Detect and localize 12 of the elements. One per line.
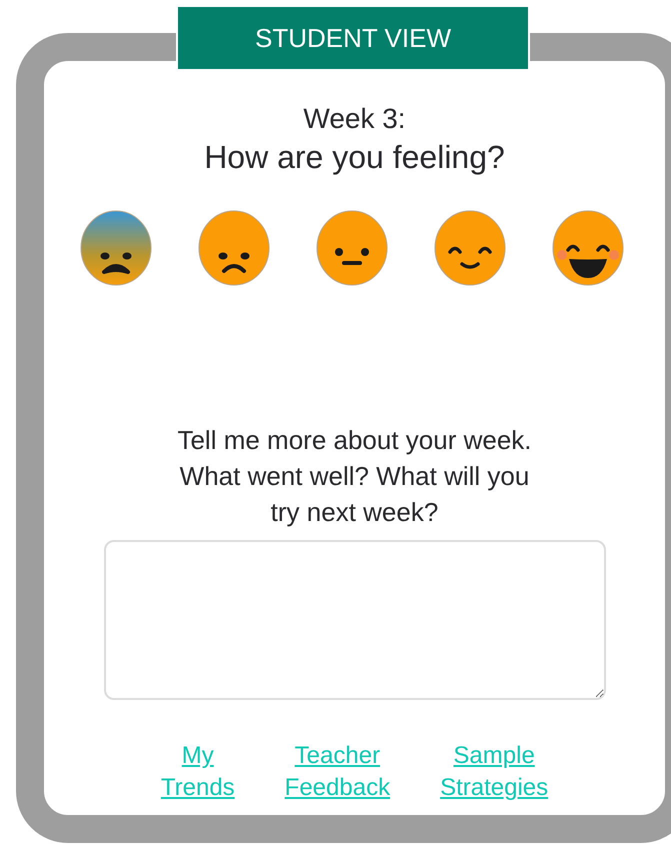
week-label: Week 3: [303,102,406,136]
reflection-prompt: Tell me more about your week. What went well? What will you try next week? [176,424,533,529]
question-title: How are you feeling? [204,138,505,177]
nav-link[interactable]: Sample Strategies [440,740,548,804]
reflection-field[interactable] [104,540,606,700]
nav-link[interactable]: Teacher Feedback [284,740,390,804]
emoji-face-icon[interactable] [552,210,624,286]
emoji-face-icon[interactable] [316,210,388,286]
emoji-face-icon[interactable] [80,210,152,286]
emoji-face-icon[interactable] [198,210,270,286]
nav-link[interactable]: My Trends [160,740,235,804]
emoji-face-icon[interactable] [434,210,506,286]
